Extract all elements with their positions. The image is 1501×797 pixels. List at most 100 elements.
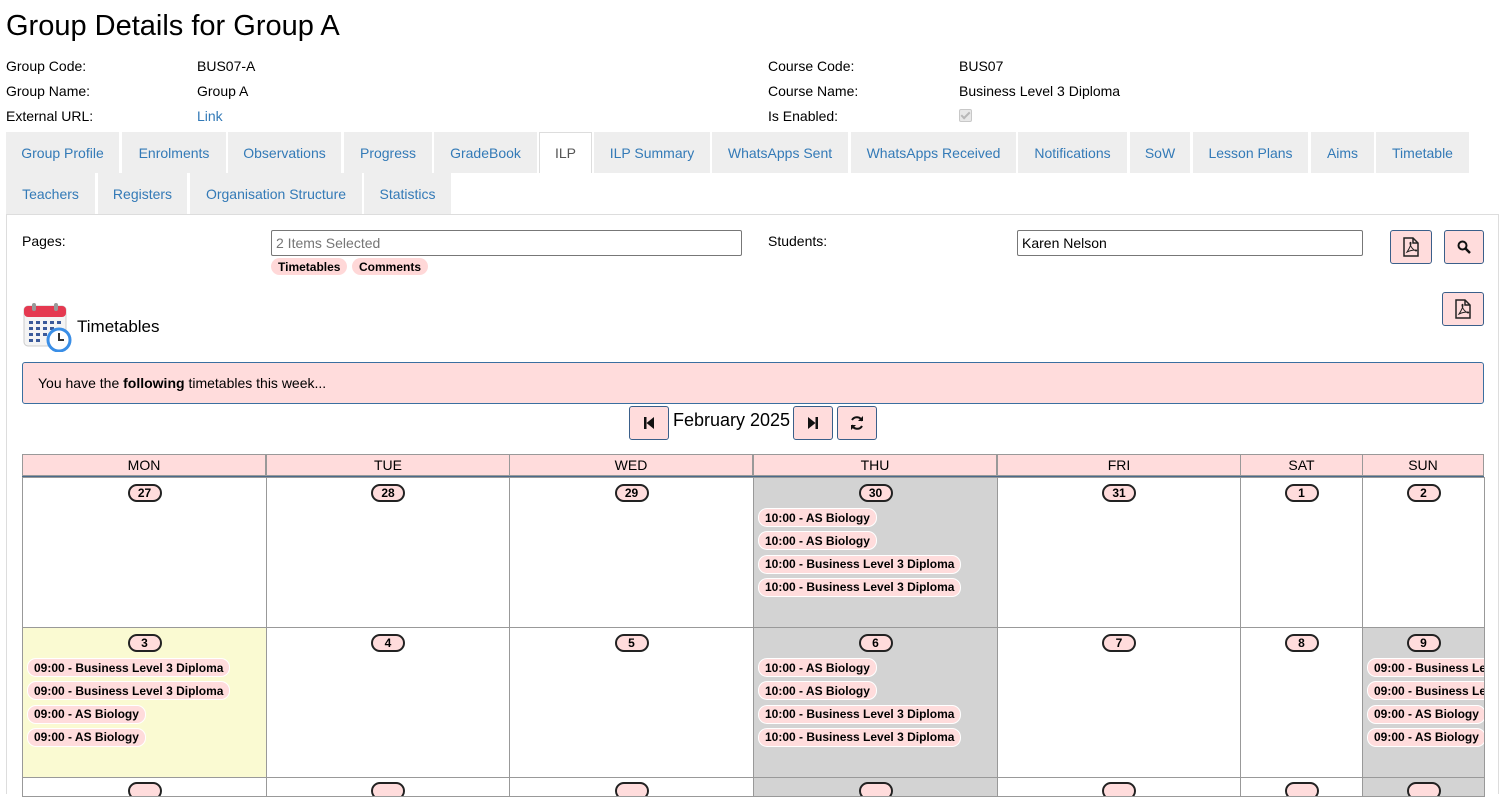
tab-enrolments[interactable]: Enrolments	[122, 132, 226, 173]
calendar-day-cell[interactable]: 5	[509, 627, 754, 778]
tab-aims[interactable]: Aims	[1311, 132, 1374, 173]
calendar-day-cell[interactable]: 2	[1362, 477, 1485, 628]
is-enabled-label: Is Enabled:	[768, 108, 839, 124]
timetable-event[interactable]: 09:00 - Business Level 3 Diploma	[27, 658, 231, 677]
tab-teachers[interactable]: Teachers	[6, 173, 95, 214]
search-button[interactable]	[1444, 230, 1484, 264]
prev-month-button[interactable]	[629, 406, 669, 440]
skip-back-icon	[644, 417, 654, 429]
calendar-day-cell[interactable]	[509, 777, 754, 797]
search-icon	[1457, 240, 1471, 254]
calendar-day-cell[interactable]: 30 10:00 - AS Biology 10:00 - AS Biology 10…	[753, 477, 998, 628]
day-number: 2	[1406, 484, 1441, 502]
next-month-button[interactable]	[793, 406, 833, 440]
calendar-day-cell[interactable]: 7	[997, 627, 1241, 778]
timetable-event[interactable]: 09:00 - AS Biology	[27, 727, 146, 747]
export-pdf-button[interactable]	[1390, 230, 1432, 264]
external-url-label: External URL:	[6, 108, 94, 124]
tab-ilp[interactable]: ILP	[539, 132, 592, 173]
group-code-value: BUS07-A	[197, 58, 256, 74]
day-number: 9	[1406, 634, 1441, 652]
day-number: 31	[1102, 484, 1136, 502]
tab-whatsapps-sent[interactable]: WhatsApps Sent	[712, 132, 848, 173]
timetable-event[interactable]: 10:00 - AS Biology	[758, 508, 877, 527]
tab-statistics[interactable]: Statistics	[364, 173, 451, 214]
external-url-link[interactable]: Link	[197, 108, 223, 124]
day-number	[127, 782, 162, 796]
calendar-day-cell[interactable]	[1362, 777, 1485, 797]
calendar-day-cell[interactable]: 4	[266, 627, 510, 778]
tab-organisation-structure[interactable]: Organisation Structure	[190, 173, 362, 214]
calendar-day-cell[interactable]: 1	[1240, 477, 1363, 628]
day-header: WED	[509, 454, 753, 476]
calendar-day-cell[interactable]	[22, 777, 267, 797]
day-number	[858, 782, 893, 796]
month-label: February 2025	[673, 410, 791, 430]
day-header: SAT	[1240, 454, 1363, 476]
group-name-value: Group A	[197, 83, 249, 99]
timetable-event[interactable]: 09:00 - AS Biology	[1367, 727, 1484, 747]
day-number: 8	[1284, 634, 1319, 652]
tab-timetable[interactable]: Timetable	[1376, 132, 1469, 173]
students-input[interactable]	[1017, 230, 1363, 256]
tab-registers[interactable]: Registers	[98, 173, 187, 214]
day-number: 7	[1102, 634, 1136, 652]
course-name-value: Business Level 3 Diploma	[959, 83, 1121, 99]
timetable-event[interactable]: 10:00 - Business Level 3 Diploma	[758, 727, 962, 747]
calendar-day-cell[interactable]	[997, 777, 1241, 797]
tab-group-profile[interactable]: Group Profile	[6, 132, 119, 173]
timetable-event[interactable]: 10:00 - AS Biology	[758, 681, 877, 701]
tab-ilp-summary[interactable]: ILP Summary	[594, 132, 710, 173]
section-pdf-button[interactable]	[1442, 292, 1484, 326]
calendar-day-cell[interactable]	[1240, 777, 1363, 797]
timetable-event[interactable]: 09:00 - AS Biology	[27, 704, 146, 724]
calendar-day-cell[interactable]: 8	[1240, 627, 1363, 778]
calendar-clock-icon	[22, 302, 72, 353]
pages-tag-comments[interactable]: Comments	[352, 258, 429, 275]
calendar-day-cell[interactable]: 6 10:00 - AS Biology 10:00 - AS Biology 10:…	[753, 627, 998, 778]
day-header: MON	[22, 454, 266, 476]
tab-gradebook[interactable]: GradeBook	[434, 132, 537, 173]
course-name-label: Course Name:	[768, 83, 859, 99]
is-enabled-checkbox	[959, 109, 972, 122]
pages-tag-timetables[interactable]: Timetables	[271, 258, 348, 275]
pdf-icon	[1455, 299, 1471, 319]
refresh-button[interactable]	[837, 406, 877, 440]
day-header: FRI	[997, 454, 1241, 476]
calendar-day-cell[interactable]: 9 09:00 - Business Level 3 Diploma 09:00 -…	[1362, 627, 1485, 778]
day-number	[1102, 782, 1136, 796]
tab-sow[interactable]: SoW	[1130, 132, 1190, 173]
refresh-icon	[851, 416, 863, 430]
day-number	[1406, 782, 1441, 796]
timetable-event[interactable]: 09:00 - AS Biology	[1367, 704, 1484, 724]
timetable-event[interactable]: 10:00 - Business Level 3 Diploma	[758, 704, 962, 724]
timetable-alert: You have the following timetables this w…	[22, 362, 1484, 404]
timetable-event[interactable]: 10:00 - Business Level 3 Diploma	[758, 577, 962, 597]
calendar-day-cell[interactable]: 28	[266, 477, 510, 628]
day-number: 3	[127, 634, 162, 652]
calendar-day-cell[interactable]	[753, 777, 998, 797]
timetable-event[interactable]: 10:00 - AS Biology	[758, 658, 877, 677]
day-header: TUE	[266, 454, 510, 476]
skip-forward-icon	[808, 417, 818, 429]
day-number: 29	[614, 484, 649, 502]
calendar-day-cell[interactable]	[266, 777, 510, 797]
calendar-day-cell[interactable]: 31	[997, 477, 1241, 628]
timetable-event[interactable]: 09:00 - Business Level 3 Diploma	[1367, 658, 1484, 677]
day-number	[371, 782, 405, 796]
pages-multiselect[interactable]	[271, 230, 742, 256]
tab-lesson-plans[interactable]: Lesson Plans	[1193, 132, 1308, 173]
day-number	[614, 782, 649, 796]
timetable-event[interactable]: 09:00 - Business Level 3 Diploma	[27, 681, 231, 701]
calendar-day-cell[interactable]: 3 09:00 - Business Level 3 Diploma 09:00 -…	[22, 627, 267, 778]
calendar-day-cell[interactable]: 29	[509, 477, 754, 628]
tab-whatsapps-received[interactable]: WhatsApps Received	[851, 132, 1016, 173]
timetable-event[interactable]: 10:00 - AS Biology	[758, 531, 877, 551]
timetable-event[interactable]: 09:00 - Business Level 3 Diploma	[1367, 681, 1484, 701]
calendar-day-cell[interactable]: 27	[22, 477, 267, 628]
tab-progress[interactable]: Progress	[344, 132, 432, 173]
tab-observations[interactable]: Observations	[228, 132, 341, 173]
day-number	[1284, 782, 1319, 796]
timetable-event[interactable]: 10:00 - Business Level 3 Diploma	[758, 554, 962, 574]
tab-notifications[interactable]: Notifications	[1018, 132, 1127, 173]
